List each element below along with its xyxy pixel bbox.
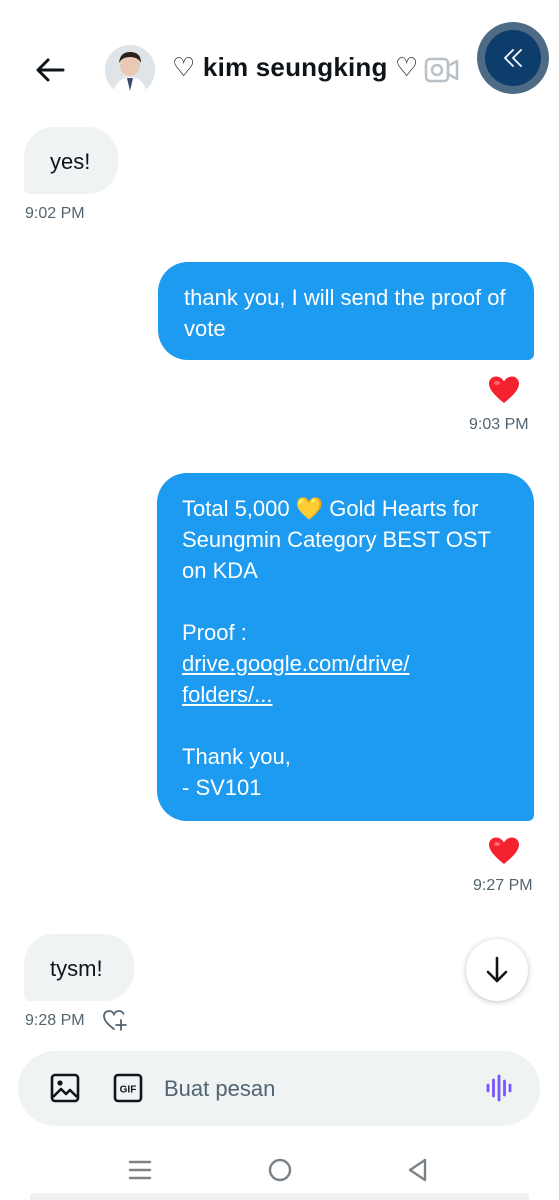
menu-lines-icon — [128, 1160, 152, 1180]
heart-reaction[interactable] — [488, 375, 520, 405]
gif-icon: GIF — [113, 1073, 143, 1103]
add-image-button[interactable] — [50, 1073, 80, 1103]
home-circle-icon — [268, 1158, 292, 1182]
message-line: Total 5,000 💛 Gold Hearts for — [182, 496, 479, 521]
arrow-down-icon — [486, 956, 508, 983]
home-button[interactable] — [266, 1156, 294, 1184]
dm-conversation-screen: ♡ kim seungking ♡ yes! 9:02 PM thank you… — [0, 0, 559, 1200]
back-button[interactable] — [30, 50, 70, 90]
system-navigation-bar — [0, 1140, 559, 1200]
heart-reaction[interactable] — [488, 836, 520, 866]
message-timestamp: 9:03 PM — [469, 416, 529, 433]
message-line: Seungmin Category BEST OST — [182, 527, 491, 552]
chevrons-left-icon — [504, 49, 522, 67]
recent-apps-button[interactable] — [126, 1156, 154, 1184]
system-back-button[interactable] — [404, 1156, 432, 1184]
triangle-back-icon — [408, 1158, 427, 1182]
message-line: Proof : — [182, 620, 247, 645]
conversation-header: ♡ kim seungking ♡ — [0, 0, 559, 120]
message-bubble-sent[interactable]: thank you, I will send the proof of vote — [158, 262, 534, 360]
message-bubble-sent[interactable]: Total 5,000 💛 Gold Hearts for Seungmin C… — [157, 473, 534, 821]
message-timestamp: 9:28 PM — [25, 1012, 85, 1029]
bottom-edge-strip — [30, 1193, 529, 1200]
scroll-to-bottom-button[interactable] — [466, 939, 528, 1001]
message-bubble-received[interactable]: tysm! — [24, 934, 134, 1001]
message-composer: GIF — [18, 1051, 540, 1126]
proof-link[interactable]: drive.google.com/drive/ — [182, 651, 409, 676]
message-timestamp: 9:27 PM — [473, 877, 533, 894]
add-reaction-button[interactable] — [102, 1008, 128, 1032]
voice-waveform-icon — [486, 1074, 512, 1102]
contact-name[interactable]: ♡ kim seungking ♡ — [172, 52, 419, 83]
message-line: on KDA — [182, 558, 258, 583]
add-gif-button[interactable]: GIF — [113, 1073, 143, 1103]
svg-text:GIF: GIF — [120, 1085, 137, 1096]
collapse-button[interactable] — [477, 22, 549, 94]
voice-message-button[interactable] — [484, 1072, 516, 1104]
arrow-left-icon — [36, 58, 65, 82]
image-icon — [50, 1073, 80, 1103]
contact-avatar[interactable] — [105, 45, 155, 95]
heart-plus-icon — [103, 1010, 127, 1031]
message-input[interactable] — [164, 1073, 464, 1105]
message-line: - SV101 — [182, 775, 262, 800]
message-timestamp: 9:02 PM — [25, 205, 85, 222]
video-call-button[interactable] — [424, 54, 460, 86]
video-camera-icon — [424, 57, 459, 83]
message-line: Thank you, — [182, 744, 291, 769]
heart-icon — [489, 376, 519, 403]
message-bubble-received[interactable]: yes! — [24, 127, 118, 194]
heart-icon — [489, 837, 519, 864]
proof-link-continued[interactable]: folders/... — [182, 682, 272, 707]
